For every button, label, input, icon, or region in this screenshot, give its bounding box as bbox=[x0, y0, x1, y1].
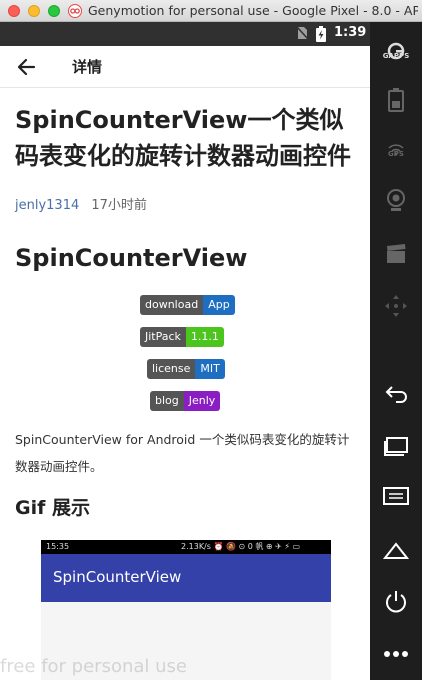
license-badge[interactable]: license MIT bbox=[147, 359, 225, 379]
gif-status-time: 15:35 bbox=[46, 542, 70, 551]
window-close-button[interactable] bbox=[8, 5, 20, 17]
more-options-button[interactable] bbox=[380, 638, 412, 670]
badge-label: JitPack bbox=[140, 327, 186, 347]
recent-apps-button[interactable] bbox=[380, 430, 412, 462]
emulator-side-toolbar: GAPPS GPS bbox=[370, 22, 422, 680]
dpad-button[interactable] bbox=[380, 290, 412, 322]
badge-value: 1.1.1 bbox=[185, 327, 224, 347]
back-arrow-icon[interactable] bbox=[14, 54, 40, 80]
badge-value: MIT bbox=[195, 359, 225, 379]
badge-label: download bbox=[140, 295, 204, 315]
gif-status-bar: 15:35 2.13K/s ⏰ 🔕 ⊙ 0 帆 ⊕ ✈ ⚡ ▭ bbox=[41, 540, 331, 554]
gapps-label: GAPPS bbox=[382, 52, 410, 60]
article-content[interactable]: SpinCounterView一个类似码表变化的旋转计数器动画控件 jenly1… bbox=[0, 88, 370, 680]
home-button[interactable] bbox=[380, 534, 412, 566]
app-toolbar: 详情 bbox=[0, 46, 370, 88]
readme-heading: SpinCounterView bbox=[15, 244, 248, 272]
article-title: SpinCounterView一个类似码表变化的旋转计数器动画控件 bbox=[15, 106, 351, 170]
gif-app-bar: SpinCounterView bbox=[41, 554, 331, 602]
gps-label: GPS bbox=[388, 150, 404, 158]
android-back-button[interactable] bbox=[380, 378, 412, 410]
battery-charging-icon bbox=[316, 26, 326, 42]
badge-value: App bbox=[203, 295, 235, 315]
power-icon bbox=[386, 591, 406, 613]
window-title: Genymotion for personal use - Google Pix… bbox=[88, 3, 418, 18]
jitpack-badge[interactable]: JitPack 1.1.1 bbox=[140, 327, 224, 347]
menu-button[interactable] bbox=[380, 480, 412, 512]
camera-button[interactable] bbox=[380, 184, 412, 216]
no-sim-icon bbox=[296, 26, 308, 40]
genymotion-logo-icon bbox=[68, 4, 82, 18]
gif-heading: Gif 展示 bbox=[15, 497, 90, 519]
menu-icon bbox=[383, 487, 409, 505]
window-titlebar: Genymotion for personal use - Google Pix… bbox=[0, 0, 422, 22]
watermark: free for personal use bbox=[0, 656, 187, 677]
media-button[interactable] bbox=[380, 238, 412, 270]
badge-value: Jenly bbox=[183, 391, 221, 411]
back-icon bbox=[385, 386, 407, 403]
battery-icon bbox=[388, 88, 404, 112]
window-maximize-button[interactable] bbox=[48, 5, 60, 17]
status-time: 1:39 bbox=[334, 25, 367, 40]
description-paragraph: SpinCounterView for Android 一个类似码表变化的旋转计… bbox=[15, 432, 350, 474]
home-icon bbox=[383, 542, 409, 559]
author-link[interactable]: jenly1314 bbox=[15, 198, 79, 213]
gif-status-icons: 2.13K/s ⏰ 🔕 ⊙ 0 帆 ⊕ ✈ ⚡ ▭ bbox=[181, 542, 301, 551]
article-meta: jenly1314 17小时前 bbox=[15, 194, 147, 213]
download-badge[interactable]: download App bbox=[140, 295, 235, 315]
gif-app-title: SpinCounterView bbox=[53, 568, 182, 586]
clapperboard-icon bbox=[387, 244, 406, 263]
battery-sim-button[interactable] bbox=[380, 84, 412, 116]
blog-badge[interactable]: blog Jenly bbox=[150, 391, 221, 411]
power-button[interactable] bbox=[380, 586, 412, 618]
recent-apps-icon bbox=[384, 437, 408, 456]
badge-label: license bbox=[147, 359, 196, 379]
webcam-icon bbox=[387, 189, 405, 211]
post-time: 17小时前 bbox=[91, 198, 147, 213]
more-dots-icon bbox=[384, 651, 408, 657]
dpad-icon bbox=[385, 295, 407, 317]
android-status-bar: 1:39 bbox=[0, 22, 370, 46]
badge-label: blog bbox=[150, 391, 184, 411]
toolbar-title: 详情 bbox=[72, 58, 103, 76]
window-minimize-button[interactable] bbox=[28, 5, 40, 17]
